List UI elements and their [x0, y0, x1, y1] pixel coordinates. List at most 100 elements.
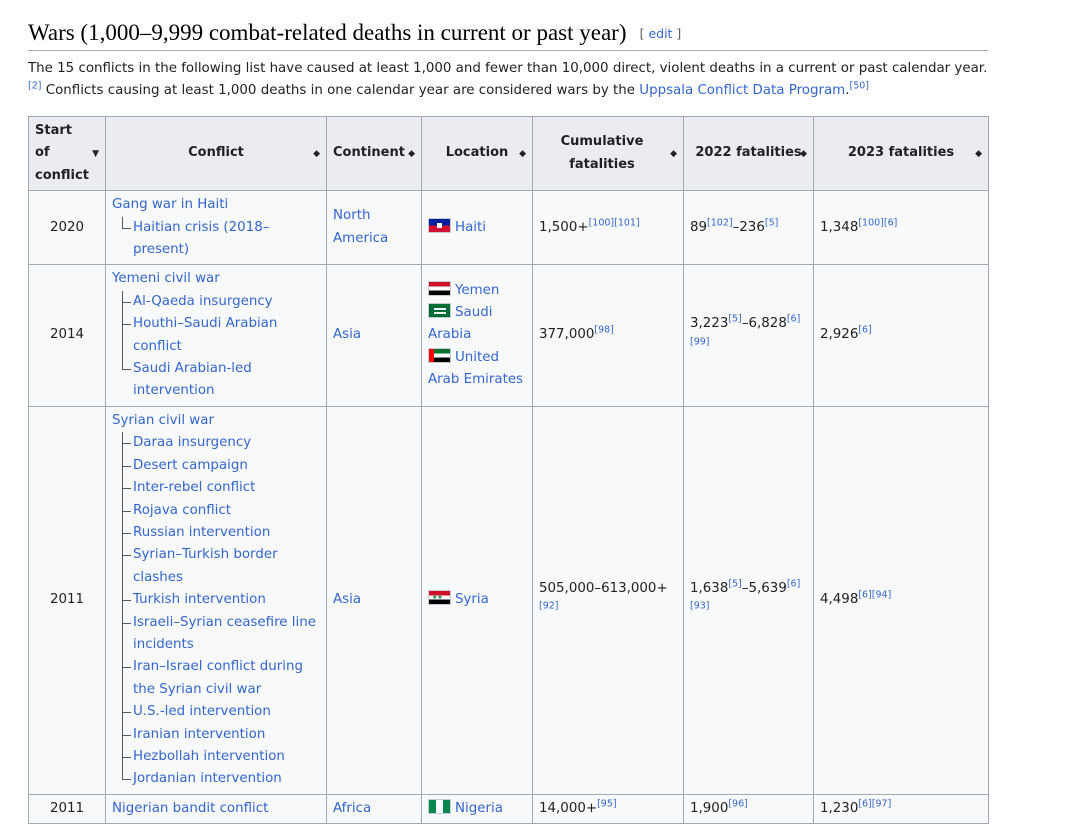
uppsala-link[interactable]: Uppsala Conflict Data Program	[639, 83, 845, 98]
continent-cell: North America	[326, 190, 422, 266]
continent-cell: Africa	[326, 793, 422, 824]
subconflict-link[interactable]: Houthi–Saudi Arabian conflict	[133, 313, 320, 358]
sort-icon[interactable]: ◆	[408, 142, 415, 164]
intro-paragraph: The 15 conflicts in the following list h…	[28, 61, 988, 98]
sort-icon[interactable]: ◆	[313, 142, 320, 164]
header-cumulative[interactable]: Cumulative fatalities ◆	[532, 115, 684, 192]
ref-link[interactable]: [50]	[850, 81, 870, 92]
ref-link[interactable]: [102]	[707, 217, 733, 228]
table-row: 2020 Gang war in Haiti Haitian crisis (2…	[28, 190, 989, 266]
start-year: 2011	[28, 405, 106, 795]
cumulative-cell: 14,000+[95]	[532, 793, 684, 824]
conflict-link[interactable]: Nigerian bandit conflict	[112, 801, 268, 816]
uae-flag-icon	[428, 347, 451, 363]
location-link[interactable]: Nigeria	[455, 801, 503, 816]
subconflict-link[interactable]: Al-Qaeda insurgency	[133, 291, 320, 313]
sort-icon[interactable]: ◆	[800, 142, 807, 164]
fatalities-2023-cell: 1,348[100][6]	[813, 190, 989, 266]
conflict-link[interactable]: Syrian civil war	[112, 410, 320, 432]
continent-link[interactable]: Asia	[333, 592, 361, 607]
fatalities-2022-cell: 1,638[5]–5,639[6][93]	[683, 405, 814, 795]
ref-link[interactable]: [100][6]	[858, 217, 897, 228]
continent-cell: Asia	[326, 264, 422, 407]
table-row: 2011 Syrian civil war Daraa insurgency D…	[28, 405, 989, 795]
fatalities-2023-cell: 1,230[6][97]	[813, 793, 989, 824]
subconflict-link[interactable]: Israeli–Syrian ceasefire line incidents	[133, 612, 320, 657]
ref-link[interactable]: [6]	[858, 325, 871, 336]
ref-link[interactable]: [92]	[539, 601, 559, 612]
conflict-cell: Yemeni civil war Al-Qaeda insurgency Hou…	[105, 264, 327, 407]
ref-link[interactable]: [2]	[28, 81, 41, 92]
header-conflict[interactable]: Conflict ◆	[105, 115, 327, 192]
ref-link[interactable]: [98]	[594, 325, 614, 336]
subconflict-link[interactable]: Rojava conflict	[133, 500, 320, 522]
subconflict-link[interactable]: Turkish intervention	[133, 589, 320, 611]
sort-icon[interactable]: ◆	[519, 142, 526, 164]
section-heading: Wars (1,000–9,999 combat-related deaths …	[28, 18, 988, 51]
subconflict-link[interactable]: Syrian–Turkish border clashes	[133, 544, 320, 589]
sort-icon[interactable]: ◆	[975, 142, 982, 164]
subconflict-link[interactable]: Daraa insurgency	[133, 432, 320, 454]
subconflict-link[interactable]: Saudi Arabian-led intervention	[133, 358, 320, 403]
wars-table: Start of conflict ▼ Conflict ◆ Continent ◆ …	[28, 115, 989, 824]
ref-link[interactable]: [6][97]	[858, 798, 891, 809]
syria-flag-icon	[428, 590, 451, 606]
subconflict-link[interactable]: Haitian crisis (2018–present)	[133, 217, 320, 262]
conflict-link[interactable]: Yemeni civil war	[112, 268, 320, 290]
sort-descending-icon[interactable]: ▼	[92, 142, 99, 164]
start-year: 2011	[28, 793, 106, 824]
fatalities-2023-cell: 4,498[6][94]	[813, 405, 989, 795]
ref-link[interactable]: [5]	[728, 314, 741, 325]
ref-link[interactable]: [100][101]	[589, 217, 640, 228]
continent-cell: Asia	[326, 405, 422, 795]
header-start[interactable]: Start of conflict ▼	[28, 115, 106, 192]
subconflict-link[interactable]: Hezbollah intervention	[133, 746, 320, 768]
saudi-arabia-flag-icon	[428, 303, 451, 319]
table-row: 2011 Nigerian bandit conflict Africa Nig…	[28, 793, 989, 824]
yemen-flag-icon	[428, 280, 451, 296]
continent-link[interactable]: Asia	[333, 327, 361, 342]
ref-link[interactable]: [95]	[597, 798, 617, 809]
location-link[interactable]: Syria	[455, 592, 489, 607]
location-cell: Nigeria	[421, 793, 533, 824]
location-cell: Syria	[421, 405, 533, 795]
conflict-link[interactable]: Gang war in Haiti	[112, 194, 320, 216]
location-cell: Haiti	[421, 190, 533, 266]
ref-link[interactable]: [5]	[728, 578, 741, 589]
subconflict-link[interactable]: Iran–Israel conflict during the Syrian c…	[133, 656, 320, 701]
subconflict-link[interactable]: Russian intervention	[133, 522, 320, 544]
cumulative-cell: 1,500+[100][101]	[532, 190, 684, 266]
ref-link[interactable]: [96]	[728, 798, 748, 809]
subconflict-link[interactable]: U.S.-led intervention	[133, 701, 320, 723]
conflict-cell: Syrian civil war Daraa insurgency Desert…	[105, 405, 327, 795]
conflict-cell: Gang war in Haiti Haitian crisis (2018–p…	[105, 190, 327, 266]
cumulative-cell: 505,000–613,000+[92]	[532, 405, 684, 795]
ref-link[interactable]: [6][94]	[858, 590, 891, 601]
edit-link[interactable]: edit	[648, 26, 672, 41]
ref-link[interactable]: [5]	[765, 217, 778, 228]
subconflict-link[interactable]: Jordanian intervention	[133, 768, 320, 790]
sort-icon[interactable]: ◆	[670, 142, 677, 164]
table-row: 2014 Yemeni civil war Al-Qaeda insurgenc…	[28, 264, 989, 407]
section-title: Wars (1,000–9,999 combat-related deaths …	[28, 20, 627, 45]
conflict-cell: Nigerian bandit conflict	[105, 793, 327, 824]
start-year: 2014	[28, 264, 106, 407]
nigeria-flag-icon	[428, 798, 451, 814]
cumulative-cell: 377,000[98]	[532, 264, 684, 407]
subconflict-link[interactable]: Desert campaign	[133, 455, 320, 477]
location-link[interactable]: Haiti	[455, 220, 486, 235]
header-2022[interactable]: 2022 fatalities ◆	[683, 115, 814, 192]
location-link[interactable]: Yemen	[455, 283, 499, 298]
header-location[interactable]: Location ◆	[421, 115, 533, 192]
fatalities-2022-cell: 3,223[5]–6,828[6][99]	[683, 264, 814, 407]
continent-link[interactable]: North America	[333, 208, 388, 245]
location-cell: Yemen Saudi Arabia United Arab Emirates	[421, 264, 533, 407]
fatalities-2023-cell: 2,926[6]	[813, 264, 989, 407]
header-continent[interactable]: Continent ◆	[326, 115, 422, 192]
fatalities-2022-cell: 89[102]–236[5]	[683, 190, 814, 266]
header-2023[interactable]: 2023 fatalities ◆	[813, 115, 989, 192]
subconflict-link[interactable]: Iranian intervention	[133, 724, 320, 746]
edit-section: [ edit ]	[639, 26, 682, 41]
subconflict-link[interactable]: Inter-rebel conflict	[133, 477, 320, 499]
continent-link[interactable]: Africa	[333, 801, 371, 816]
